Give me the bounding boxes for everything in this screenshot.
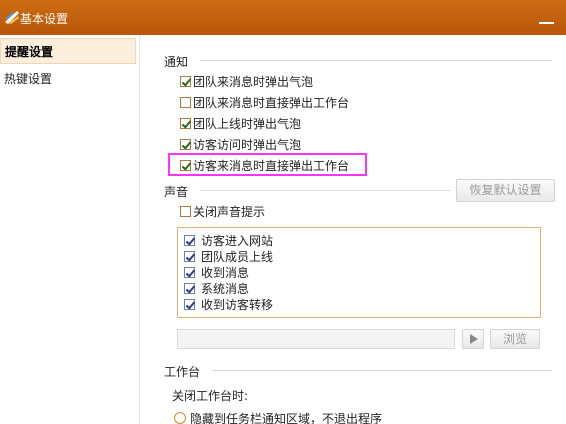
list-item[interactable]: 收到访客转移 <box>184 296 273 312</box>
sound-file-path-field[interactable] <box>177 329 455 349</box>
list-item[interactable]: 访客进入网站 <box>184 232 273 248</box>
checkbox[interactable] <box>180 75 191 87</box>
play-icon <box>470 334 478 344</box>
option-label: 隐藏到任务栏通知区域，不退出程序 <box>190 411 383 424</box>
option-label: 访客访问时弹出气泡 <box>193 137 302 152</box>
workbench-section-title: 工作台 <box>164 365 201 379</box>
option-label: 团队来消息时弹出气泡 <box>193 74 314 89</box>
list-item-label: 收到消息 <box>201 265 250 280</box>
list-item-label: 系统消息 <box>201 281 250 296</box>
checkbox[interactable] <box>184 234 195 246</box>
checkbox[interactable] <box>180 96 191 108</box>
window-title: 基本设置 <box>20 12 69 26</box>
close-option-hide-to-tray[interactable]: 隐藏到任务栏通知区域，不退出程序 <box>174 410 382 424</box>
sound-section-title: 声音 <box>164 185 189 199</box>
notify-option-team-online-bubble[interactable]: 团队上线时弹出气泡 <box>180 114 301 132</box>
list-item[interactable]: 收到消息 <box>184 264 249 280</box>
section-divider <box>200 60 552 61</box>
list-item[interactable]: 团队成员上线 <box>184 248 273 264</box>
notify-option-team-bubble[interactable]: 团队来消息时弹出气泡 <box>180 72 313 90</box>
checkbox[interactable] <box>184 266 195 278</box>
option-label: 关闭声音提示 <box>193 204 266 219</box>
minimize-icon <box>539 22 554 24</box>
checkbox[interactable] <box>184 250 195 262</box>
close-workbench-label: 关闭工作台时: <box>172 389 249 403</box>
title-bar: 基本设置 <box>0 0 566 35</box>
highlight-box <box>168 153 367 176</box>
settings-sidebar: 提醒设置 热键设置 <box>0 35 140 424</box>
play-sound-button[interactable] <box>462 329 484 349</box>
sidebar-item-notifications[interactable]: 提醒设置 <box>0 38 136 64</box>
checkbox[interactable] <box>180 205 191 217</box>
minimize-button[interactable] <box>538 12 556 26</box>
notify-option-team-workbench[interactable]: 团队来消息时直接弹出工作台 <box>180 93 349 111</box>
app-logo-icon <box>5 11 19 24</box>
notify-option-visitor-bubble[interactable]: 访客访问时弹出气泡 <box>180 135 301 153</box>
section-divider <box>200 190 450 191</box>
section-divider <box>212 370 552 371</box>
checkbox[interactable] <box>184 282 195 294</box>
list-item-label: 团队成员上线 <box>201 249 274 264</box>
sidebar-item-hotkeys[interactable]: 热键设置 <box>0 66 136 92</box>
option-label: 团队上线时弹出气泡 <box>193 116 302 131</box>
list-item[interactable]: 系统消息 <box>184 280 249 296</box>
mute-sound-option[interactable]: 关闭声音提示 <box>180 202 265 220</box>
sound-event-list[interactable]: 访客进入网站 团队成员上线 收到消息 系统消息 收到访客转移 <box>177 227 541 318</box>
checkbox[interactable] <box>184 298 195 310</box>
notify-section-title: 通知 <box>164 55 189 69</box>
restore-defaults-button[interactable]: 恢复默认设置 <box>456 179 555 202</box>
checkbox[interactable] <box>180 138 191 150</box>
browse-button[interactable]: 浏览 <box>490 329 540 349</box>
list-item-label: 访客进入网站 <box>201 233 274 248</box>
radio-button[interactable] <box>174 412 186 424</box>
option-label: 团队来消息时直接弹出工作台 <box>193 95 350 110</box>
list-item-label: 收到访客转移 <box>201 297 274 312</box>
checkbox[interactable] <box>180 117 191 129</box>
